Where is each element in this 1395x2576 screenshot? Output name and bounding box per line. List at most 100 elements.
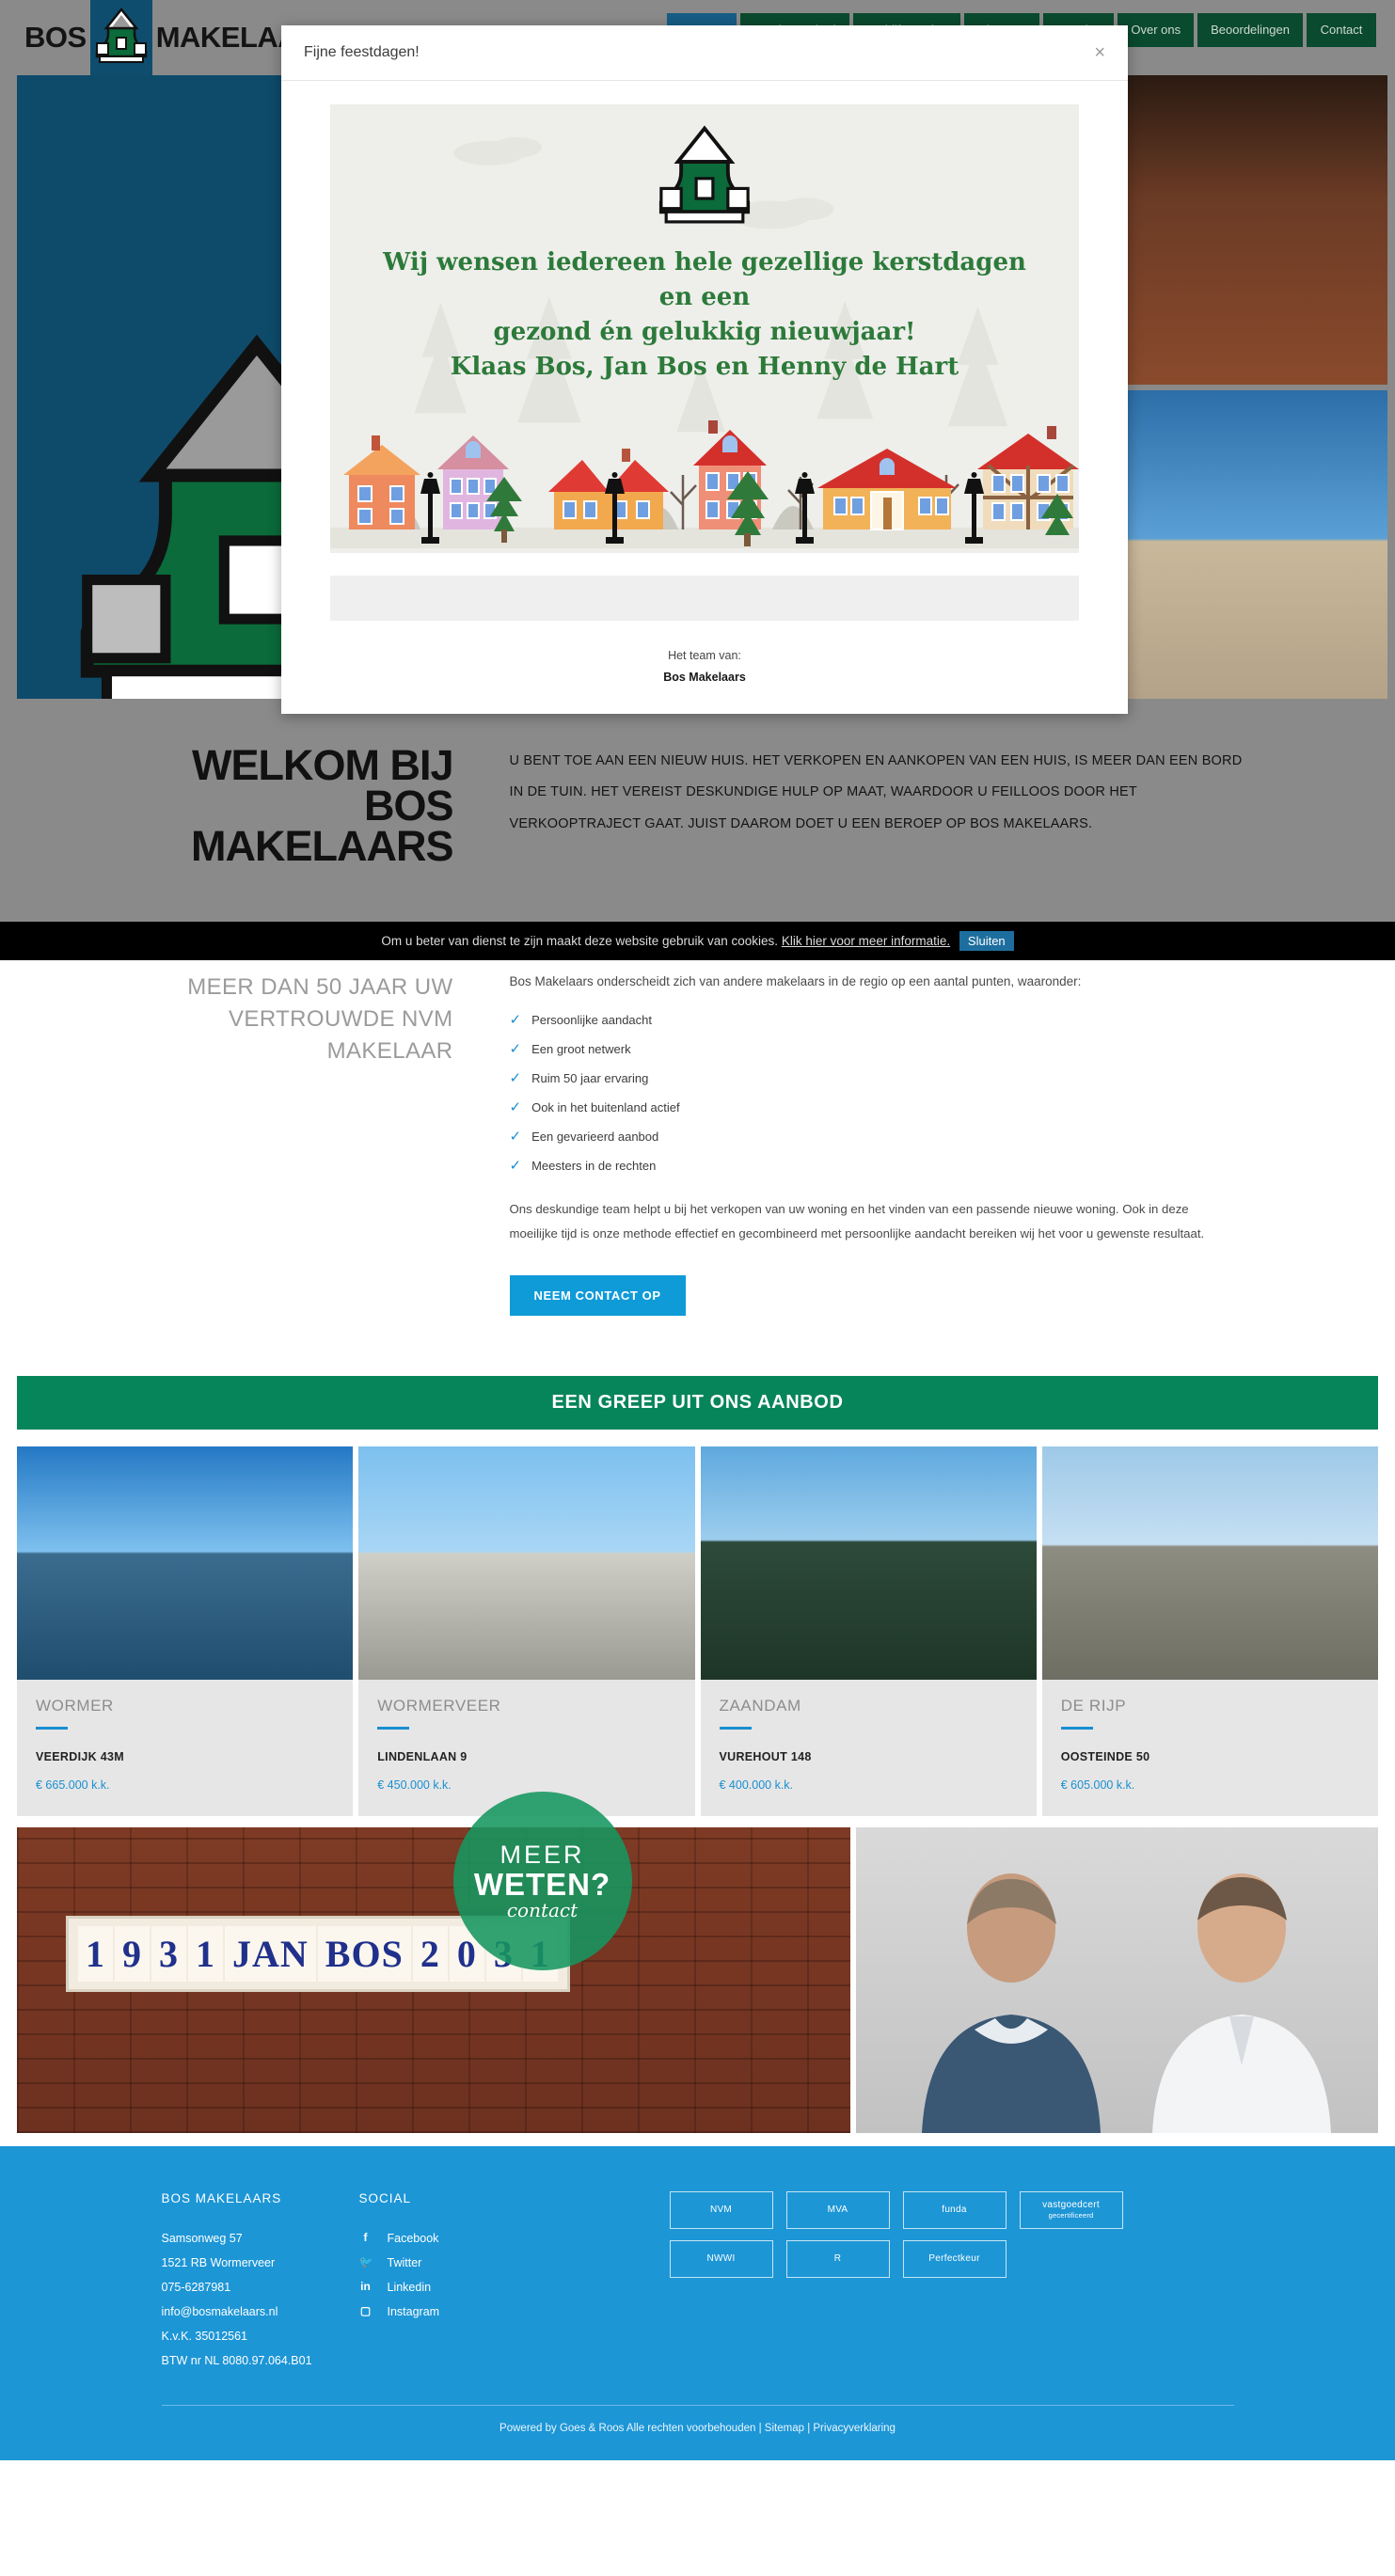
mva-logo-icon[interactable]: MVA xyxy=(785,2190,890,2229)
modal-spacer-strip xyxy=(330,575,1079,621)
property-card[interactable]: ZAANDAM VUREHOUT 148 € 400.000 k.k. xyxy=(700,1446,1037,1816)
list-item-label: Een gevarieerd aanbod xyxy=(531,1129,659,1144)
welcome-title: WELKOM BIJ BOS MAKELAARS xyxy=(191,741,454,870)
check-icon: ✓ xyxy=(509,1128,522,1145)
property-card[interactable]: DE RIJP OOSTEINDE 50 € 605.000 k.k. xyxy=(1041,1446,1378,1816)
property-address: LINDENLAAN 9 xyxy=(377,1749,468,1763)
badge-label: funda xyxy=(942,2205,967,2216)
property-card[interactable]: WORMER VEERDIJK 43M € 665.000 k.k. xyxy=(17,1446,354,1816)
sign-char: 3 xyxy=(151,1925,186,1982)
perfectkeur-logo-icon[interactable]: Perfectkeur xyxy=(902,2239,1007,2278)
nvm-check-list: ✓ Persoonlijke aandacht ✓ Een groot netwer… xyxy=(510,1013,1281,1173)
divider xyxy=(377,1726,410,1730)
modal-footer: Het team van: Bos Makelaars xyxy=(281,621,1128,714)
site-footer: BOS MAKELAARS Samsonweg 57 1521 RB Worme… xyxy=(0,2145,1395,2460)
sign-word: BOS xyxy=(317,1925,411,1982)
badge-label: R xyxy=(833,2253,842,2265)
list-item: ✓ Een gevarieerd aanbod xyxy=(510,1130,1281,1144)
badge-label: vastgoedcert xyxy=(1042,2200,1100,2211)
sign-char: 2 xyxy=(412,1925,448,1982)
list-item-label: Meesters in de rechten xyxy=(531,1158,657,1173)
badge-sublabel: gecertificeerd xyxy=(1048,2211,1094,2220)
twitter-icon: 🐦 xyxy=(358,2255,373,2269)
property-city: DE RIJP xyxy=(1060,1696,1127,1715)
badge-line-2: WETEN? xyxy=(473,1866,611,1902)
social-link-instagram[interactable]: ▢ Instagram xyxy=(359,2299,670,2324)
welcome-body: U BENT TOE AAN EEN NIEUW HUIS. HET VERKO… xyxy=(509,753,1243,831)
footer-company-heading: BOS MAKELAARS xyxy=(161,2190,282,2205)
greeting-line-1: Wij wensen iedereen hele gezellige kerst… xyxy=(383,248,1026,277)
certification-badge-list: NVM MVA funda vastgoedcert gecertificeer… xyxy=(669,2190,1197,2278)
footer-address-line: Samsonweg 57 xyxy=(161,2231,243,2245)
footer-email[interactable]: info@bosmakelaars.nl xyxy=(162,2299,359,2324)
brick-wall-photo: 1 9 3 1 JAN BOS 2 0 3 1 xyxy=(17,1826,850,2133)
person-right-silhouette xyxy=(1152,1873,1331,2133)
check-icon: ✓ xyxy=(509,1011,522,1028)
christmas-card: Wij wensen iedereen hele gezellige kerst… xyxy=(330,104,1079,553)
aanbod-heading: EEN GREEP UIT ONS AANBOD xyxy=(17,1375,1378,1430)
badge-label: Perfectkeur xyxy=(928,2253,980,2265)
list-item-label: Ruim 50 jaar ervaring xyxy=(531,1070,649,1085)
close-icon[interactable]: × xyxy=(1094,43,1105,62)
page: BOS MAKELAARS Home Woningaanbod Bedrijfs… xyxy=(0,0,1395,2460)
nwwi-logo-icon[interactable]: NWWI xyxy=(669,2239,773,2278)
badge-label: MVA xyxy=(827,2205,848,2216)
list-item-label: Een groot netwerk xyxy=(531,1041,631,1056)
sign-char: 1 xyxy=(188,1925,223,1982)
nvm-section: MEER DAN 50 JAAR UW VERTROUWDE NVM MAKEL… xyxy=(0,923,1395,1376)
nvm-logo-icon[interactable]: NVM xyxy=(669,2190,773,2229)
list-item: ✓ Persoonlijke aandacht xyxy=(510,1013,1281,1027)
holiday-modal: Fijne feestdagen! × Wij wensen iedereen … xyxy=(281,25,1128,714)
social-link-linkedin[interactable]: in Linkedin xyxy=(359,2275,670,2299)
zaanse-gable-icon xyxy=(658,125,751,224)
footer-sitemap-link[interactable]: Sitemap xyxy=(765,2423,804,2434)
footer-social-heading: SOCIAL xyxy=(358,2190,412,2205)
property-city: WORMERVEER xyxy=(377,1696,501,1715)
divider xyxy=(36,1726,68,1730)
footer-btw: BTW nr NL 8080.97.064.B01 xyxy=(161,2353,312,2367)
footer-phone[interactable]: 075-6287981 xyxy=(162,2275,359,2299)
list-item: ✓ Meesters in de rechten xyxy=(510,1159,1281,1173)
social-label: Instagram xyxy=(387,2304,440,2318)
nav-item-over-ons[interactable]: Over ons xyxy=(1118,13,1195,48)
cookie-info-link[interactable]: Klik hier voor meer informatie. xyxy=(782,934,950,948)
footer-social-column: SOCIAL f Facebook 🐦 Twitter in Linkedin … xyxy=(359,2191,670,2373)
nav-item-contact[interactable]: Contact xyxy=(1307,13,1376,48)
property-card-list: WORMER VEERDIJK 43M € 665.000 k.k. WORME… xyxy=(17,1446,1378,1816)
check-icon: ✓ xyxy=(509,1157,522,1174)
footer-separator: | xyxy=(807,2422,811,2434)
sign-char: 9 xyxy=(115,1925,150,1982)
modal-footer-line-1: Het team van: xyxy=(668,648,741,662)
footer-credit: Powered by Goes & Roos Alle rechten voor… xyxy=(499,2422,756,2434)
social-link-twitter[interactable]: 🐦 Twitter xyxy=(359,2251,670,2275)
de-rijp-house-photo xyxy=(1041,1446,1378,1680)
contact-button[interactable]: NEEM CONTACT OP xyxy=(509,1274,686,1316)
instagram-icon: ▢ xyxy=(359,2304,372,2318)
cookie-bar: Om u beter van dienst te zijn maakt deze… xyxy=(0,922,1395,961)
modal-footer-line-2: Bos Makelaars xyxy=(663,670,746,684)
cookie-close-button[interactable]: Sluiten xyxy=(959,931,1014,952)
social-label: Facebook xyxy=(387,2231,439,2245)
list-item: ✓ Ruim 50 jaar ervaring xyxy=(510,1071,1281,1085)
vastgoedcert-logo-icon[interactable]: vastgoedcert gecertificeerd xyxy=(1019,2190,1123,2229)
property-card[interactable]: WORMERVEER LINDENLAAN 9 € 450.000 k.k. xyxy=(358,1446,695,1816)
footer-address-line: 1521 RB Wormerveer xyxy=(161,2255,276,2269)
meer-weten-badge[interactable]: MEER WETEN? contact xyxy=(452,1791,632,1970)
welcome-section: WELKOM BIJ BOS MAKELAARS U BENT TOE AAN … xyxy=(0,699,1395,961)
social-link-facebook[interactable]: f Facebook xyxy=(359,2226,670,2251)
register-logo-icon[interactable]: R xyxy=(785,2239,890,2278)
wormer-canal-photo xyxy=(17,1446,354,1680)
footer-privacy-link[interactable]: Privacyverklaring xyxy=(813,2423,896,2434)
badge-line-1: MEER xyxy=(499,1840,585,1869)
property-price: € 400.000 k.k. xyxy=(719,1778,794,1792)
footer-bottom-bar: Powered by Goes & Roos Alle rechten voor… xyxy=(0,2406,1395,2460)
property-price: € 605.000 k.k. xyxy=(1060,1778,1135,1792)
badge-label: NWWI xyxy=(706,2253,736,2265)
badge-label: NVM xyxy=(709,2205,733,2216)
team-banner: 1 9 3 1 JAN BOS 2 0 3 1 xyxy=(17,1791,1378,2133)
funda-logo-icon[interactable]: funda xyxy=(902,2190,1007,2229)
cookie-text: Om u beter van dienst te zijn maakt deze… xyxy=(381,934,779,949)
property-address: OOSTEINDE 50 xyxy=(1060,1749,1150,1763)
facebook-icon: f xyxy=(363,2231,368,2245)
nav-item-beoordelingen[interactable]: Beoordelingen xyxy=(1197,13,1303,48)
